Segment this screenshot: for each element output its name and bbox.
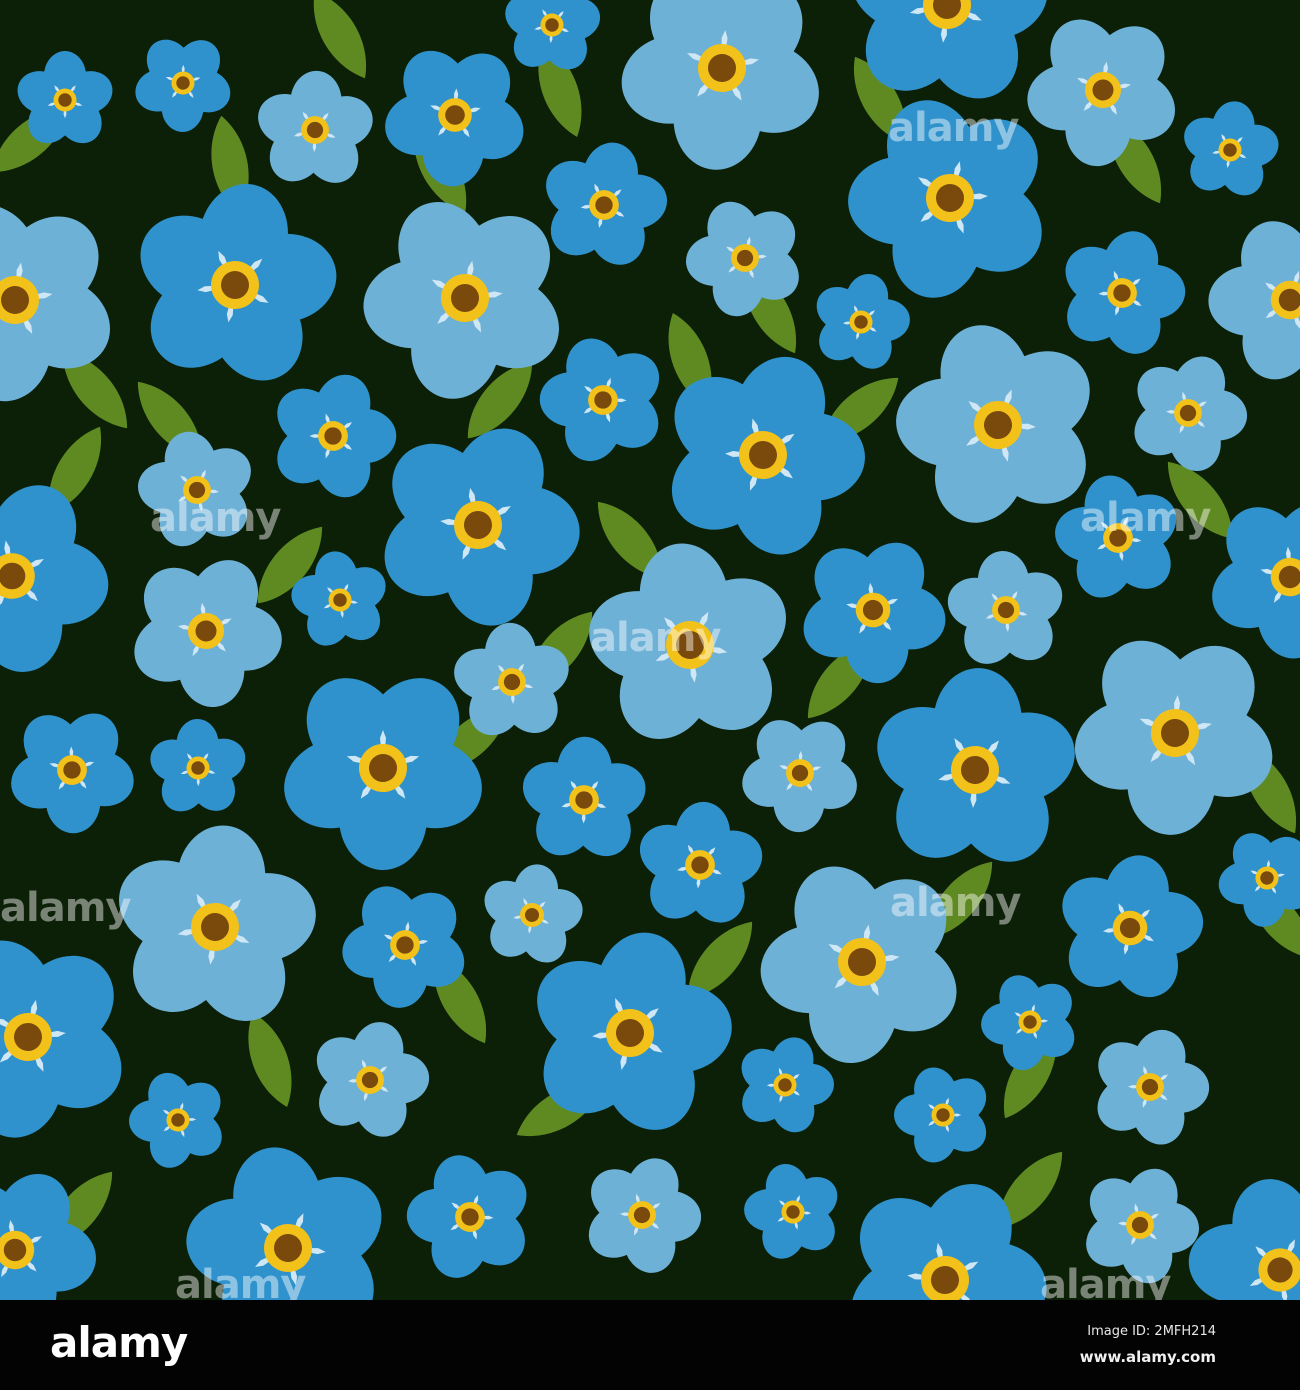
flower — [484, 864, 583, 963]
flower-pattern — [0, 0, 1300, 1300]
alamy-logo: alamy — [50, 1318, 188, 1367]
flower — [1097, 1029, 1210, 1145]
flower — [119, 825, 316, 1021]
leaf — [248, 1013, 292, 1107]
site-url: www.alamy.com — [1079, 1348, 1216, 1366]
flower — [0, 204, 111, 402]
flower — [0, 1173, 96, 1300]
flower — [129, 1072, 222, 1168]
flower — [11, 713, 134, 834]
stock-image: alamy alamy alamy alamy alamy alamy alam… — [0, 0, 1300, 1390]
flower — [406, 1155, 527, 1278]
flower — [1184, 101, 1279, 196]
flower — [316, 1022, 430, 1137]
flower — [744, 1163, 838, 1259]
footer-bar: alamy Image ID: 2MFH214 www.alamy.com — [0, 1300, 1300, 1390]
flower — [588, 1158, 702, 1273]
flower — [150, 719, 246, 812]
flower — [947, 550, 1063, 664]
image-id: Image ID: 2MFH214 — [1087, 1324, 1216, 1339]
flower-pattern-canvas — [0, 0, 1300, 1300]
flower — [894, 1067, 987, 1163]
flower — [522, 736, 646, 857]
flower — [277, 374, 397, 498]
flower — [1065, 231, 1186, 354]
flower — [877, 668, 1075, 862]
flower — [639, 801, 763, 923]
flower — [140, 183, 337, 381]
flower — [258, 70, 373, 183]
